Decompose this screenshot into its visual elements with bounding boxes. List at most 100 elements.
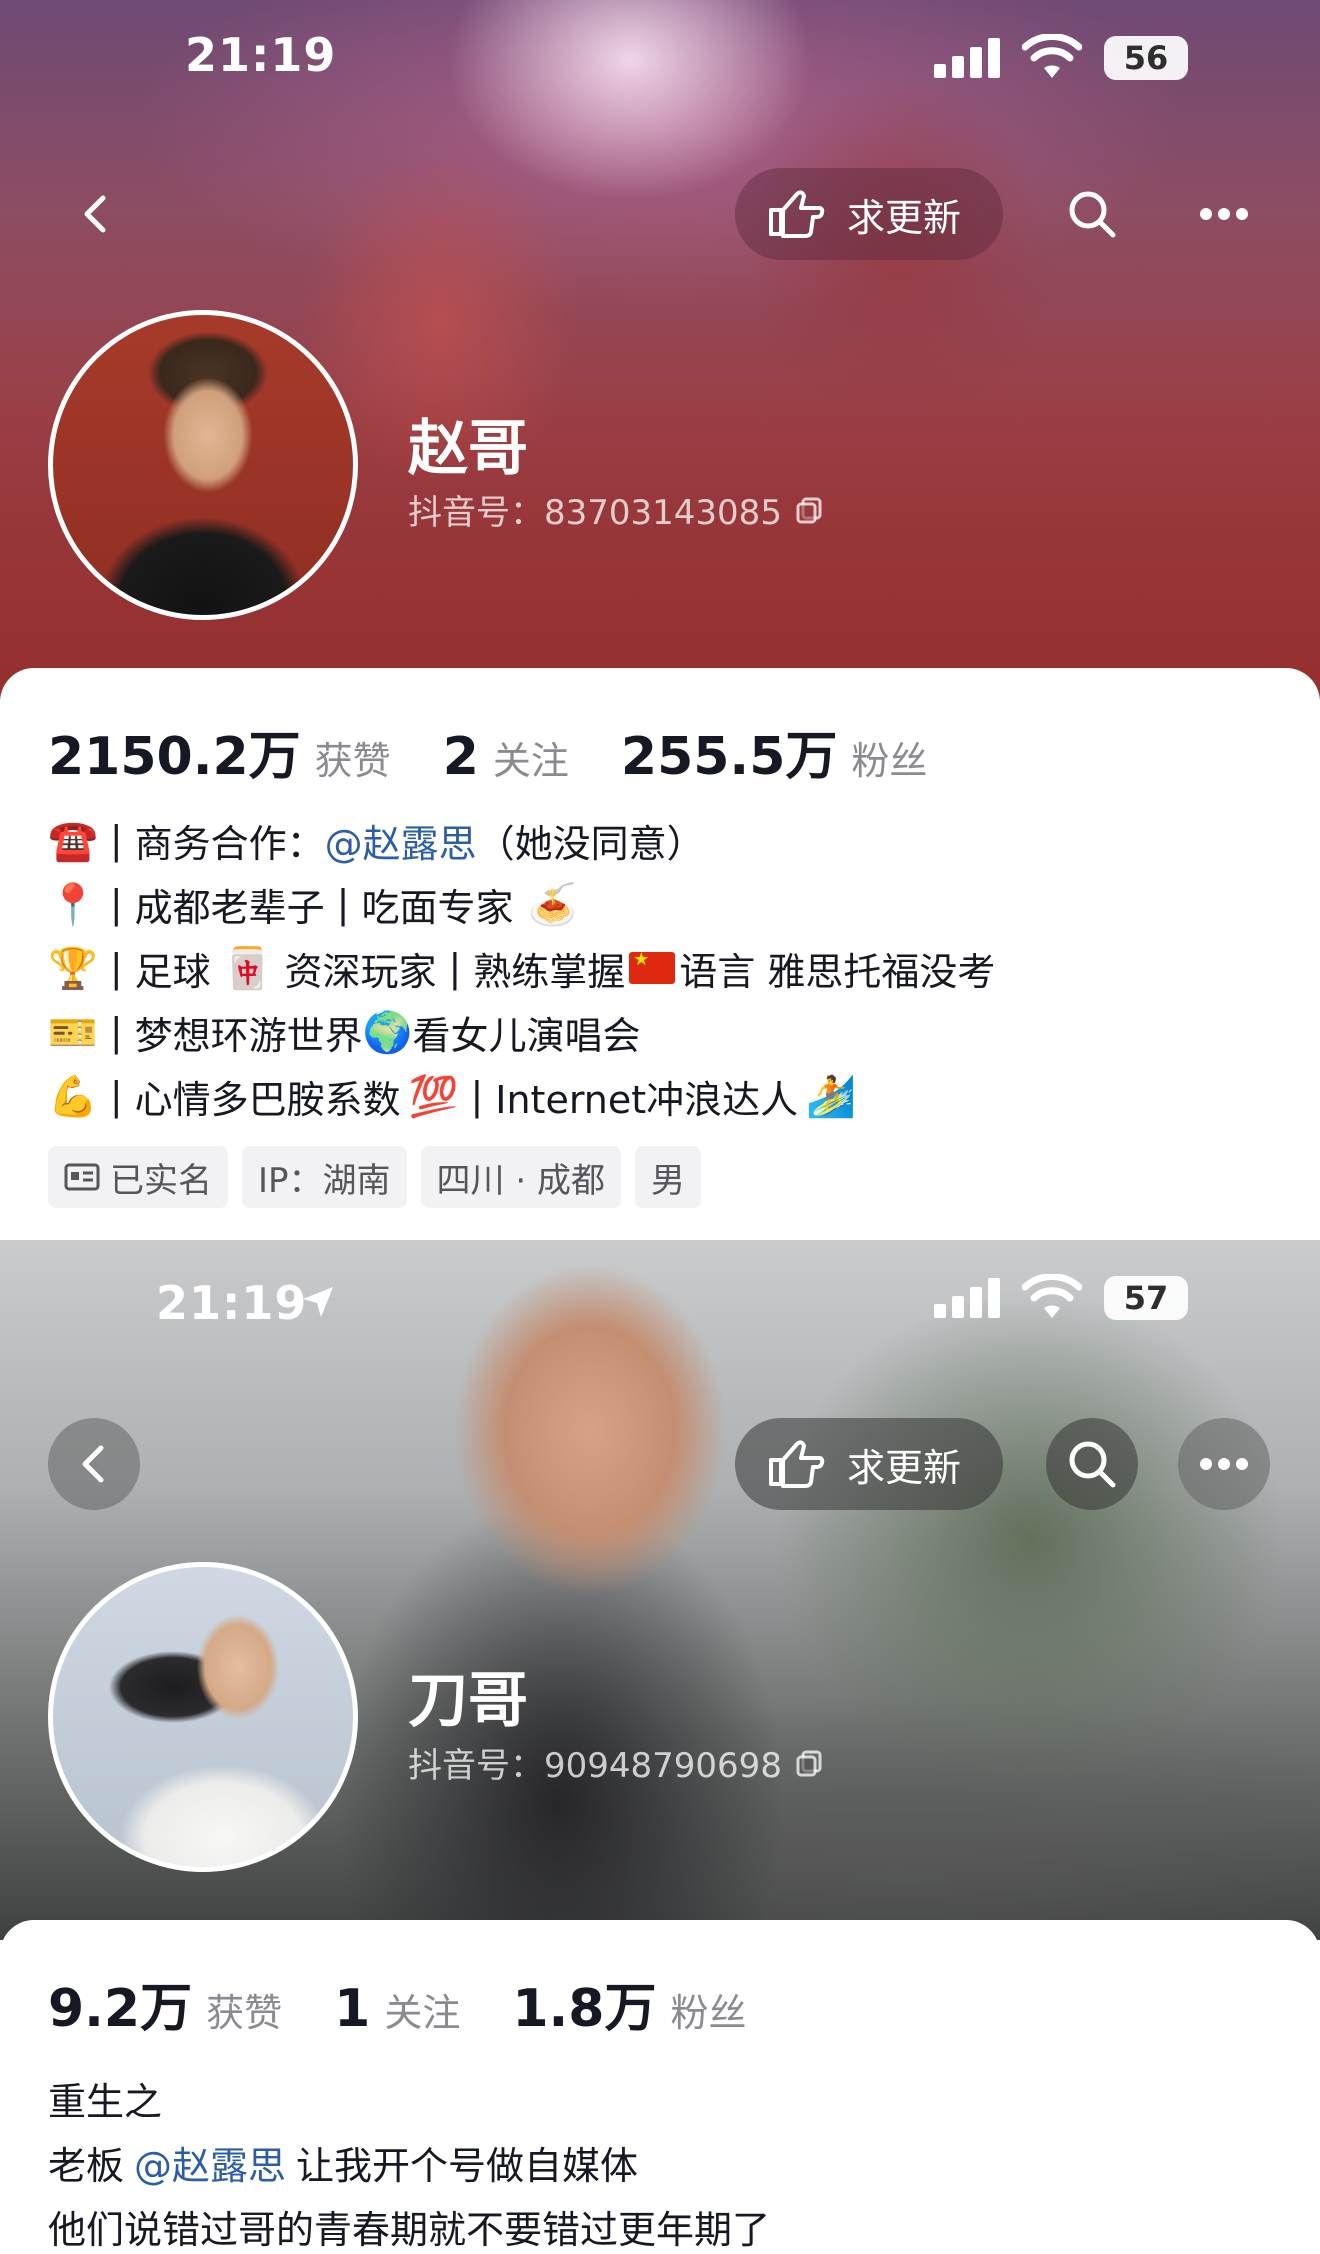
stats-row: 2150.2万 获赞 2 关注 255.5万 粉丝 (48, 714, 979, 789)
bio-line: 老板 @赵露思 让我开个号做自媒体 (48, 2130, 1278, 2194)
following-label: 关注 (492, 739, 569, 783)
douyin-id[interactable]: 抖音号：90948790698 (408, 1738, 824, 1787)
likes-count[interactable]: 2150.2万 (48, 714, 301, 789)
bio-line: 🏆 | 足球 🀄 资深玩家 | 熟练掌握 语言 雅思托福没考 (48, 936, 1278, 1000)
bio-text: 他们说错过哥的青春期就不要错过更年期了 (48, 2207, 771, 2252)
bio-text: （她没同意） (476, 821, 705, 866)
request-update-label: 求更新 (847, 195, 962, 240)
status-time: 21:19 (156, 1276, 308, 1330)
bio-line: 💪 | 心情多巴胺系数 💯 | Internet冲浪达人 🏄 (48, 1064, 1278, 1128)
likes-count[interactable]: 9.2万 (48, 1966, 192, 2041)
more-button[interactable] (1178, 1418, 1270, 1510)
search-icon (1069, 1441, 1116, 1488)
bio-text: 心情多巴胺系数 (134, 1077, 401, 1122)
more-dots-icon (1200, 208, 1248, 220)
search-button[interactable] (1046, 1418, 1138, 1510)
bio-text: 梦想环游世界 (134, 1013, 363, 1058)
status-bar: 21:19 56 (0, 0, 1320, 110)
region-tag: 四川 · 成都 (420, 1146, 621, 1208)
wifi-icon (1022, 34, 1082, 78)
followers-label: 粉丝 (670, 1991, 747, 2035)
avatar[interactable] (48, 1562, 358, 1872)
bio-text: 熟练掌握 (473, 949, 626, 994)
surfer-icon: 🏄 (806, 1073, 856, 1120)
mention-link[interactable]: @赵露思 (325, 813, 477, 868)
bio-line: ☎️ | 商务合作： @赵露思 （她没同意） (48, 808, 1278, 872)
profile-card-1: 21:19 56 求更新 赵哥 抖音号：83703143085 2150.2万 … (0, 0, 1320, 1240)
back-button[interactable] (50, 168, 142, 260)
cellular-signal-icon (934, 1278, 1000, 1318)
bio-line: 他们说错过哥的青春期就不要错过更年期了 (48, 2194, 1278, 2254)
douyin-id-text: 抖音号：90948790698 (408, 1746, 782, 1786)
bio: 重生之 老板 @赵露思 让我开个号做自媒体 他们说错过哥的青春期就不要错过更年期… (48, 2066, 1278, 2254)
bio-separator: | (448, 946, 462, 990)
followers-count[interactable]: 255.5万 (621, 714, 837, 789)
profile-info-card: 2150.2万 获赞 2 关注 255.5万 粉丝 ☎️ | 商务合作： @赵露… (0, 668, 1320, 1240)
more-button[interactable] (1178, 168, 1270, 260)
bio-text: 足球 (134, 949, 211, 994)
copy-icon[interactable] (794, 1748, 824, 1778)
bio-separator: | (336, 882, 350, 926)
request-update-button[interactable]: 求更新 (735, 1418, 1003, 1510)
following-count[interactable]: 1 (334, 1979, 370, 2039)
back-button[interactable] (48, 1418, 140, 1510)
bio-text: 吃面专家 (361, 885, 514, 930)
pointing-hand-icon (769, 1440, 825, 1488)
request-update-label: 求更新 (847, 1445, 962, 1490)
display-name: 赵哥 (408, 414, 528, 484)
chevron-left-icon (82, 1445, 104, 1483)
bio: ☎️ | 商务合作： @赵露思 （她没同意） 📍 | 成都老辈子 | 吃面专家 … (48, 808, 1278, 1128)
pin-icon: 📍 (48, 881, 98, 928)
chevron-left-icon (84, 195, 106, 233)
bio-text: 语言 雅思托福没考 (679, 949, 996, 994)
status-time: 21:19 (185, 28, 337, 82)
verified-tag: 已实名 (48, 1146, 228, 1208)
battery-indicator: 57 (1104, 1276, 1188, 1320)
douyin-id[interactable]: 抖音号：83703143085 (408, 485, 824, 534)
bio-text: 老板 (48, 2143, 125, 2188)
ip-location-tag: IP：湖南 (242, 1146, 407, 1208)
noodle-icon: 🍝 (527, 881, 578, 928)
id-card-icon (64, 1163, 100, 1191)
mahjong-icon: 🀄 (222, 945, 273, 992)
likes-label: 获赞 (206, 1991, 283, 2035)
mention-link[interactable]: @赵露思 (134, 2135, 286, 2190)
status-bar: 21:19 57 (0, 1240, 1320, 1350)
bio-text: 重生之 (48, 2079, 163, 2124)
likes-label: 获赞 (314, 739, 391, 783)
request-update-button[interactable]: 求更新 (735, 168, 1003, 260)
flexed-biceps-icon: 💪 (48, 1073, 98, 1120)
bio-separator: | (109, 882, 123, 926)
search-icon (1069, 191, 1116, 238)
more-dots-icon (1200, 1458, 1248, 1470)
profile-tags: 已实名 IP：湖南 四川 · 成都 男 (48, 1146, 701, 1208)
location-arrow-icon (303, 1287, 333, 1317)
bio-line: 🎫 | 梦想环游世界 🌍 看女儿演唱会 (48, 1000, 1278, 1064)
douyin-id-text: 抖音号：83703143085 (408, 493, 782, 533)
search-button[interactable] (1046, 168, 1138, 260)
bio-text: 资深玩家 (284, 949, 437, 994)
bio-text: 让我开个号做自媒体 (296, 2143, 639, 2188)
bio-separator: | (109, 818, 123, 862)
bio-text: Internet冲浪达人 (495, 1077, 799, 1122)
profile-info-card: 9.2万 获赞 1 关注 1.8万 粉丝 重生之 老板 @赵露思 让我开个号做自… (0, 1920, 1320, 2254)
bio-separator: | (109, 1074, 123, 1118)
gender-tag: 男 (634, 1146, 701, 1208)
followers-label: 粉丝 (851, 739, 928, 783)
battery-indicator: 56 (1104, 36, 1188, 80)
followers-count[interactable]: 1.8万 (512, 1966, 656, 2041)
profile-card-2: 21:19 57 求更新 刀哥 抖音号：90948790698 9.2万 获赞 … (0, 1240, 1320, 2254)
bio-text: 商务合作： (134, 821, 325, 866)
globe-icon: 🌍 (362, 1009, 413, 1056)
bio-separator: | (109, 946, 123, 990)
bio-separator: | (470, 1074, 484, 1118)
display-name: 刀哥 (408, 1666, 528, 1736)
following-count[interactable]: 2 (443, 727, 479, 787)
china-flag-icon (629, 949, 676, 984)
avatar[interactable] (48, 310, 358, 620)
hundred-points-icon: 💯 (408, 1073, 459, 1120)
bio-text: 成都老辈子 (134, 885, 325, 930)
stats-row: 9.2万 获赞 1 关注 1.8万 粉丝 (48, 1966, 798, 2041)
bio-line: 📍 | 成都老辈子 | 吃面专家 🍝 (48, 872, 1278, 936)
copy-icon[interactable] (794, 495, 824, 525)
